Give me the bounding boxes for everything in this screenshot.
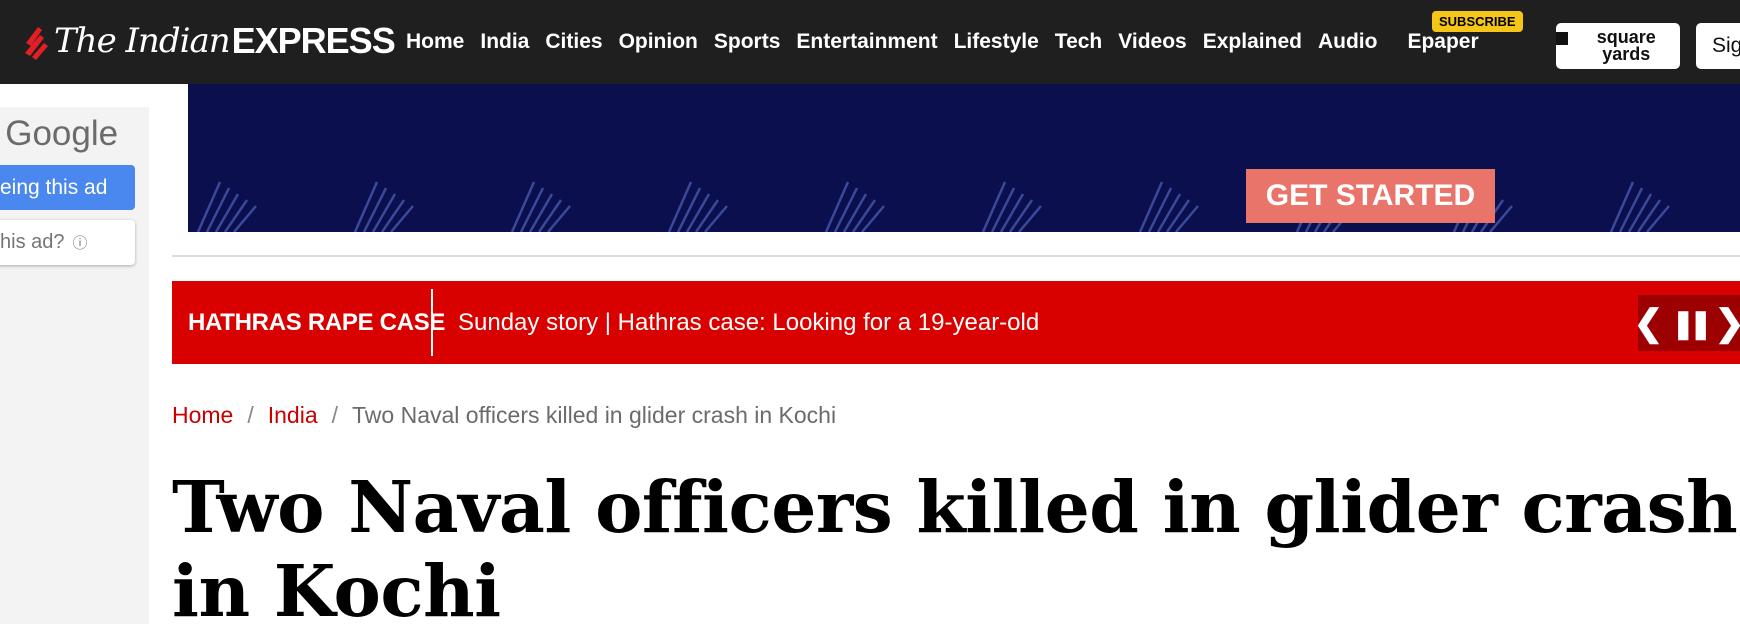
ads-by-google-label: y Google bbox=[0, 114, 119, 153]
ticker-separator bbox=[431, 289, 433, 356]
sign-in-label: Sig bbox=[1712, 34, 1740, 57]
nav-videos[interactable]: Videos bbox=[1110, 30, 1194, 54]
banner-stripe bbox=[833, 187, 859, 232]
banner-stripe bbox=[1609, 181, 1635, 232]
nav-tech[interactable]: Tech bbox=[1047, 30, 1110, 54]
banner-stripe bbox=[380, 199, 406, 232]
main-nav: Home India Cities Opinion Sports Enterta… bbox=[398, 0, 1487, 84]
logo-text-express: EXPRESS bbox=[231, 20, 396, 61]
banner-stripe bbox=[528, 193, 554, 232]
nav-home[interactable]: Home bbox=[398, 30, 472, 54]
banner-stripe bbox=[851, 199, 877, 232]
banner-stripe bbox=[685, 193, 711, 232]
banner-stripe bbox=[547, 205, 571, 232]
banner-stripe bbox=[824, 181, 850, 232]
breadcrumb-separator: / bbox=[331, 401, 339, 428]
why-this-ad-label: his ad? bbox=[0, 231, 65, 253]
breadcrumb-home[interactable]: Home bbox=[172, 402, 233, 429]
nav-lifestyle[interactable]: Lifestyle bbox=[946, 30, 1047, 54]
banner-stripe bbox=[362, 187, 388, 232]
chevron-left-icon[interactable]: ❮ bbox=[1633, 302, 1663, 344]
article-headline: Two Naval officers killed in glider cras… bbox=[172, 465, 1738, 633]
chevron-right-icon[interactable]: ❯ bbox=[1714, 302, 1740, 344]
banner-stripe bbox=[1646, 205, 1670, 232]
breadcrumb-separator: / bbox=[247, 401, 254, 428]
banner-stripe bbox=[1018, 205, 1042, 232]
square-yards-logo-icon bbox=[1556, 32, 1569, 45]
banner-stripe bbox=[981, 181, 1007, 232]
banner-stripe bbox=[233, 205, 257, 232]
banner-stripe bbox=[1175, 205, 1199, 232]
info-icon: ⓘ bbox=[72, 235, 88, 252]
ticker-headline-link[interactable]: Sunday story | Hathras case: Looking for… bbox=[458, 281, 1039, 364]
banner-stripe bbox=[353, 181, 379, 232]
get-started-button[interactable]: GET STARTED bbox=[1246, 169, 1495, 223]
nav-entertainment[interactable]: Entertainment bbox=[788, 30, 945, 54]
banner-stripe bbox=[1618, 187, 1644, 232]
banner-stripe bbox=[519, 187, 545, 232]
banner-stripe bbox=[223, 199, 249, 232]
banner-stripe bbox=[1165, 199, 1191, 232]
banner-stripe bbox=[1627, 193, 1653, 232]
subscribe-badge[interactable]: SUBSCRIBE bbox=[1432, 11, 1523, 32]
banner-stripe bbox=[1636, 199, 1662, 232]
stop-seeing-ad-label: eing this ad bbox=[0, 175, 108, 199]
nav-opinion[interactable]: Opinion bbox=[611, 30, 706, 54]
stop-seeing-ad-button[interactable]: eing this ad bbox=[0, 165, 135, 210]
nav-epaper[interactable]: Epaper bbox=[1399, 30, 1486, 54]
sign-in-button[interactable]: Sig bbox=[1696, 23, 1740, 69]
nav-explained[interactable]: Explained bbox=[1195, 30, 1310, 54]
banner-stripe bbox=[537, 199, 563, 232]
square-yards-button[interactable]: square yards bbox=[1556, 23, 1680, 69]
banner-stripe bbox=[196, 181, 222, 232]
site-logo[interactable]: The Indian EXPRESS bbox=[22, 16, 396, 66]
nav-audio[interactable]: Audio bbox=[1310, 30, 1385, 54]
banner-stripe bbox=[694, 199, 720, 232]
nav-sports[interactable]: Sports bbox=[706, 30, 789, 54]
banner-stripe bbox=[371, 193, 397, 232]
banner-stripe bbox=[1156, 193, 1182, 232]
banner-stripe bbox=[990, 187, 1016, 232]
breadcrumb: Home / India / Two Naval officers killed… bbox=[172, 400, 836, 430]
breaking-news-ticker: HATHRAS RAPE CASE Sunday story | Hathras… bbox=[172, 281, 1740, 364]
banner-stripe bbox=[1138, 181, 1164, 232]
banner-stripe bbox=[510, 181, 536, 232]
top-nav-bar: The Indian EXPRESS Home India Cities Opi… bbox=[0, 0, 1740, 84]
logo-text-the-indian: The Indian bbox=[54, 21, 231, 61]
nav-india[interactable]: India bbox=[472, 30, 537, 54]
banner-stripe bbox=[390, 205, 414, 232]
breadcrumb-india[interactable]: India bbox=[268, 402, 318, 429]
banner-ad[interactable]: GET STARTED bbox=[188, 84, 1740, 232]
get-started-label: GET STARTED bbox=[1265, 179, 1476, 212]
banner-stripe bbox=[1147, 187, 1173, 232]
why-this-ad-button[interactable]: his ad? ⓘ bbox=[0, 220, 135, 265]
banner-stripe bbox=[214, 193, 240, 232]
banner-stripes-pattern bbox=[196, 181, 1670, 232]
banner-stripe bbox=[676, 187, 702, 232]
banner-stripe bbox=[861, 205, 885, 232]
banner-stripe bbox=[842, 193, 868, 232]
banner-stripe bbox=[999, 193, 1025, 232]
banner-stripe bbox=[704, 205, 728, 232]
square-yards-label: square yards bbox=[1596, 27, 1656, 64]
banner-stripe bbox=[1008, 199, 1034, 232]
ticker-topic-label[interactable]: HATHRAS RAPE CASE bbox=[188, 281, 445, 364]
ticker-controls: ❮ ❚❚ ❯ bbox=[1633, 295, 1740, 351]
pause-icon[interactable]: ❚❚ bbox=[1672, 307, 1713, 340]
logo-flame-icon bbox=[25, 27, 48, 60]
nav-cities[interactable]: Cities bbox=[537, 30, 610, 54]
section-divider bbox=[172, 255, 1740, 257]
banner-stripe bbox=[667, 181, 693, 232]
banner-stripe bbox=[205, 187, 231, 232]
breadcrumb-current: Two Naval officers killed in glider cras… bbox=[352, 401, 837, 428]
